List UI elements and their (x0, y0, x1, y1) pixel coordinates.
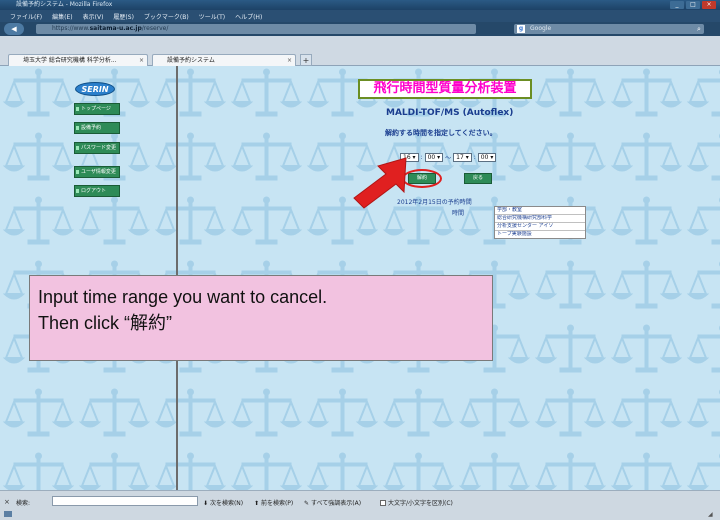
sidebar-button-user-info[interactable]: ユーザ情報変更 (74, 166, 120, 178)
search-icon[interactable]: ⌕ (694, 24, 704, 34)
menu-history[interactable]: 履歴(S) (113, 12, 134, 21)
web-search-input[interactable]: g Google (514, 24, 704, 34)
web-search-placeholder: Google (530, 25, 552, 32)
find-bar: × 検索: ⬇ 次を検索(N) ⬆ 前を検索(P) ✎ すべて強調表示(A) 大… (0, 490, 720, 520)
instrument-subtitle: MALDI-TOF/MS (Autoflex) (386, 108, 514, 118)
checkbox-icon (380, 500, 386, 506)
site-logo[interactable]: SERIN (75, 82, 115, 96)
reservation-cell: 分析支援センター アイソ (495, 223, 585, 231)
up-arrow-icon: ⬆ (254, 500, 261, 507)
menu-view[interactable]: 表示(V) (83, 12, 104, 21)
google-icon: g (517, 25, 525, 33)
end-hour-value: 17 (456, 154, 464, 161)
match-case-checkbox[interactable]: 大文字/小文字を区別(C) (380, 498, 453, 507)
callout-line-1: Input time range you want to cancel. (38, 287, 328, 307)
url-domain: saitama-u.ac.jp (89, 25, 142, 32)
screen: 設備予約システム - Mozilla Firefox _ □ × ファイル(F)… (0, 0, 720, 520)
minimize-button[interactable]: _ (670, 1, 684, 9)
instruction-callout: Input time range you want to cancel. The… (29, 275, 493, 361)
url-suffix: /reserve/ (141, 25, 169, 32)
highlight-all-label: すべて強調表示(A) (310, 500, 362, 507)
menu-bar: ファイル(F) 編集(E) 表示(V) 履歴(S) ブックマーク(B) ツール(… (0, 10, 720, 22)
tab-label: 埼玉大学 総合研究機構 科学分析... (23, 57, 117, 64)
maximize-button[interactable]: □ (686, 1, 700, 9)
instruction-text: 解約する時間を指定してください。 (385, 129, 497, 137)
find-next-button[interactable]: ⬇ 次を検索(N) (203, 498, 243, 507)
highlight-icon: ✎ (304, 500, 311, 507)
time-range-selectors: 16 ▾ : 00 ▾ 〜 17 ▾ : 00 ▾ (400, 153, 497, 162)
find-previous-label: 前を検索(P) (260, 500, 294, 507)
range-separator: 〜 (445, 155, 452, 162)
reservation-table: 学部・教室 総合研究機構研究部科学 分析支援センター アイソ トープ実験施設 (494, 206, 586, 239)
reservation-time-heading: 時間 (452, 210, 465, 217)
highlight-all-button[interactable]: ✎ すべて強調表示(A) (304, 498, 361, 507)
reservation-cell: 総合研究機構研究部科学 (495, 215, 585, 223)
tab-reservation-system[interactable]: 設備予約システム × (152, 54, 296, 66)
reservation-cell: トープ実験施設 (497, 231, 532, 237)
close-tab-icon[interactable]: × (287, 55, 292, 66)
end-minute-select[interactable]: 00 ▾ (477, 153, 497, 162)
window-titlebar: 設備予約システム - Mozilla Firefox _ □ × (0, 0, 720, 10)
close-tab-icon[interactable]: × (139, 55, 144, 66)
url-prefix: https://www. (52, 25, 90, 32)
window-title: 設備予約システム - Mozilla Firefox (16, 1, 113, 8)
navigation-bar: ◀ https://www.saitama-u.ac.jp/reserve/ g… (0, 22, 720, 36)
end-minute-value: 00 (480, 154, 489, 161)
menu-tools[interactable]: ツール(T) (199, 12, 225, 21)
tab-bar: 埼玉大学 総合研究機構 科学分析... × 設備予約システム × + (0, 36, 720, 66)
sidebar-button-password[interactable]: パスワード変更 (74, 142, 120, 154)
find-next-label: 次を検索(N) (209, 500, 244, 507)
return-button[interactable]: 戻る (464, 173, 492, 184)
window-controls: _ □ × (670, 1, 716, 9)
callout-line-2: Then click “解約” (38, 313, 173, 333)
time-colon: : (473, 154, 476, 161)
match-case-label: 大文字/小文字を区別(C) (388, 500, 453, 507)
start-minute-value: 00 (427, 154, 436, 161)
tab-science-center[interactable]: 埼玉大学 総合研究機構 科学分析... × (8, 54, 148, 66)
page-title: 飛行時間型質量分析装置 (358, 79, 532, 99)
sidebar-button-reservation[interactable]: 設備予約 (74, 122, 120, 134)
find-previous-button[interactable]: ⬆ 前を検索(P) (254, 498, 293, 507)
menu-file[interactable]: ファイル(F) (10, 12, 42, 21)
start-minute-select[interactable]: 00 ▾ (424, 153, 444, 162)
back-button[interactable]: ◀ (4, 23, 24, 35)
pointer-arrow-icon (353, 157, 407, 209)
resize-grip-icon[interactable]: ◢ (708, 511, 716, 519)
sidebar-button-top[interactable]: トップページ (74, 103, 120, 115)
sidebar-button-logout[interactable]: ログアウト (74, 185, 120, 197)
close-window-button[interactable]: × (702, 1, 716, 9)
find-label: 検索: (16, 500, 31, 507)
status-icon (4, 511, 12, 517)
find-input[interactable] (52, 496, 198, 506)
menu-help[interactable]: ヘルプ(H) (235, 12, 262, 21)
end-hour-select[interactable]: 17 ▾ (453, 153, 472, 162)
menu-bookmarks[interactable]: ブックマーク(B) (144, 12, 189, 21)
menu-edit[interactable]: 編集(E) (52, 12, 72, 21)
close-find-icon[interactable]: × (4, 498, 10, 506)
reservation-cell: 学部・教室 (495, 207, 585, 215)
time-colon: : (420, 154, 423, 161)
back-arrow-icon: ◀ (11, 25, 17, 33)
tab-label: 設備予約システム (167, 57, 215, 64)
new-tab-button[interactable]: + (300, 54, 312, 66)
url-bar[interactable]: https://www.saitama-u.ac.jp/reserve/ (36, 24, 476, 34)
down-arrow-icon: ⬇ (203, 500, 210, 507)
page-content: SERIN トップページ 設備予約 パスワード変更 ユーザ情報変更 ログアウト … (0, 66, 720, 490)
